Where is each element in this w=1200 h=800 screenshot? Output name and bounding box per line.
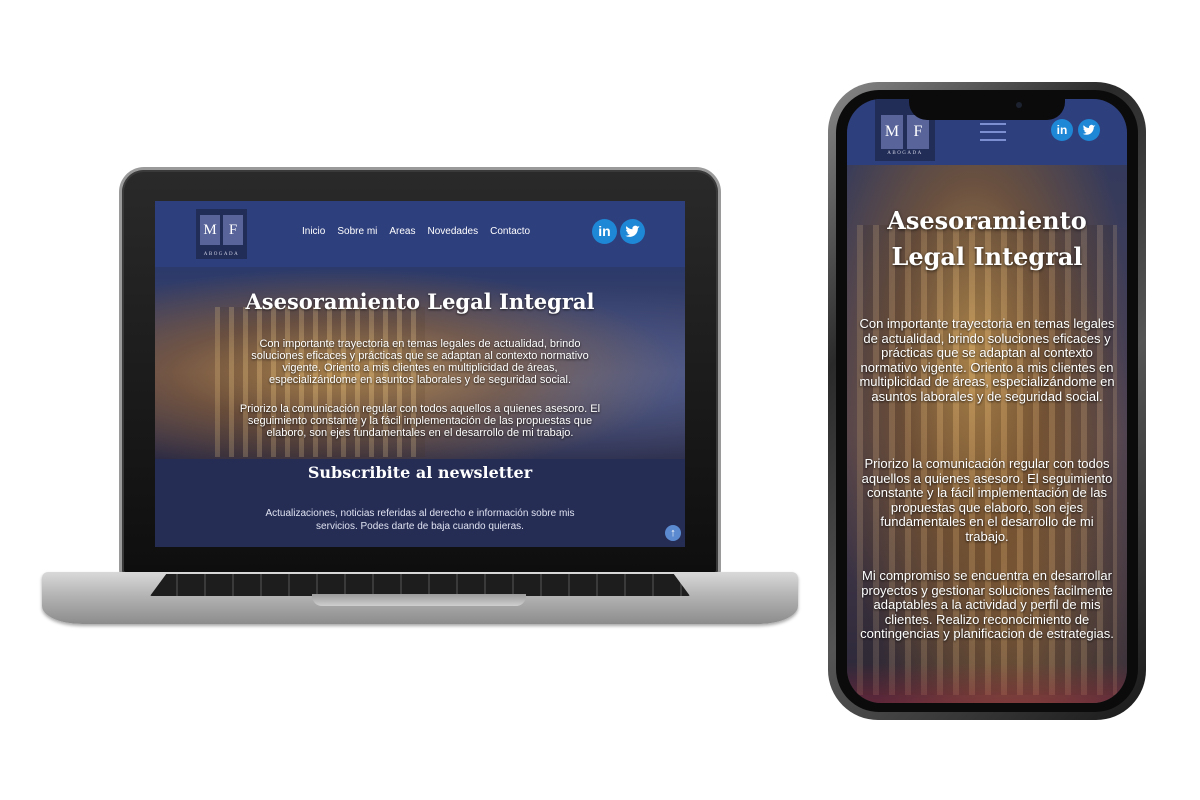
- newsletter-title: Subscribite al newsletter: [307, 463, 533, 482]
- laptop-logo[interactable]: M F ABOGADA: [196, 209, 247, 259]
- phone-camera-icon: [1016, 102, 1022, 108]
- laptop-trackpad-notch: [312, 594, 526, 606]
- laptop-keyboard: [150, 574, 690, 596]
- logo-letter-f: F: [223, 215, 243, 245]
- phone-linkedin-icon[interactable]: in: [1051, 119, 1073, 141]
- nav-link-sobre-mi[interactable]: Sobre mi: [337, 226, 377, 237]
- laptop-hero-paragraph-2: Priorizo la comunicación regular con tod…: [239, 403, 601, 439]
- nav-link-areas[interactable]: Areas: [389, 226, 415, 237]
- phone-logo-letter-m: M: [881, 115, 903, 149]
- laptop-hero-title: Asesoramiento Legal Integral: [245, 289, 595, 314]
- phone-logo-subtitle: ABOGADA: [887, 151, 923, 156]
- logo-subtitle: ABOGADA: [203, 252, 240, 257]
- phone-hero-paragraph-1: Con importante trayectoria en temas lega…: [859, 316, 1115, 404]
- nav-link-novedades[interactable]: Novedades: [428, 226, 479, 237]
- laptop-nav-menu: Inicio Sobre mi Areas Novedades Contacto: [302, 226, 542, 237]
- linkedin-icon[interactable]: in: [592, 219, 617, 244]
- phone-hero-paragraph-3: Mi compromiso se encuentra en desarrolla…: [860, 568, 1114, 641]
- scroll-up-icon[interactable]: ↑: [665, 525, 681, 541]
- phone-twitter-icon[interactable]: [1078, 119, 1100, 141]
- phone-hero-title: Asesoramiento Legal Integral: [887, 206, 1087, 271]
- phone-screen: M F ABOGADA in Asesoramiento Legal Integ…: [847, 99, 1127, 703]
- phone-hero-paragraph-2: Priorizo la comunicación regular con tod…: [861, 456, 1113, 544]
- newsletter-text: Actualizaciones, noticias referidas al d…: [265, 508, 575, 532]
- phone-logo-letter-f: F: [907, 115, 929, 149]
- laptop-hero-paragraph-1: Con importante trayectoria en temas lega…: [251, 338, 589, 386]
- nav-link-contacto[interactable]: Contacto: [490, 226, 530, 237]
- hamburger-menu-icon[interactable]: [980, 123, 1006, 143]
- nav-link-inicio[interactable]: Inicio: [302, 226, 325, 237]
- twitter-icon[interactable]: [620, 219, 645, 244]
- phone-notch: [909, 94, 1065, 120]
- laptop-screen: M F ABOGADA Inicio Sobre mi Areas Novedades…: [155, 201, 685, 547]
- logo-letter-m: M: [200, 215, 220, 245]
